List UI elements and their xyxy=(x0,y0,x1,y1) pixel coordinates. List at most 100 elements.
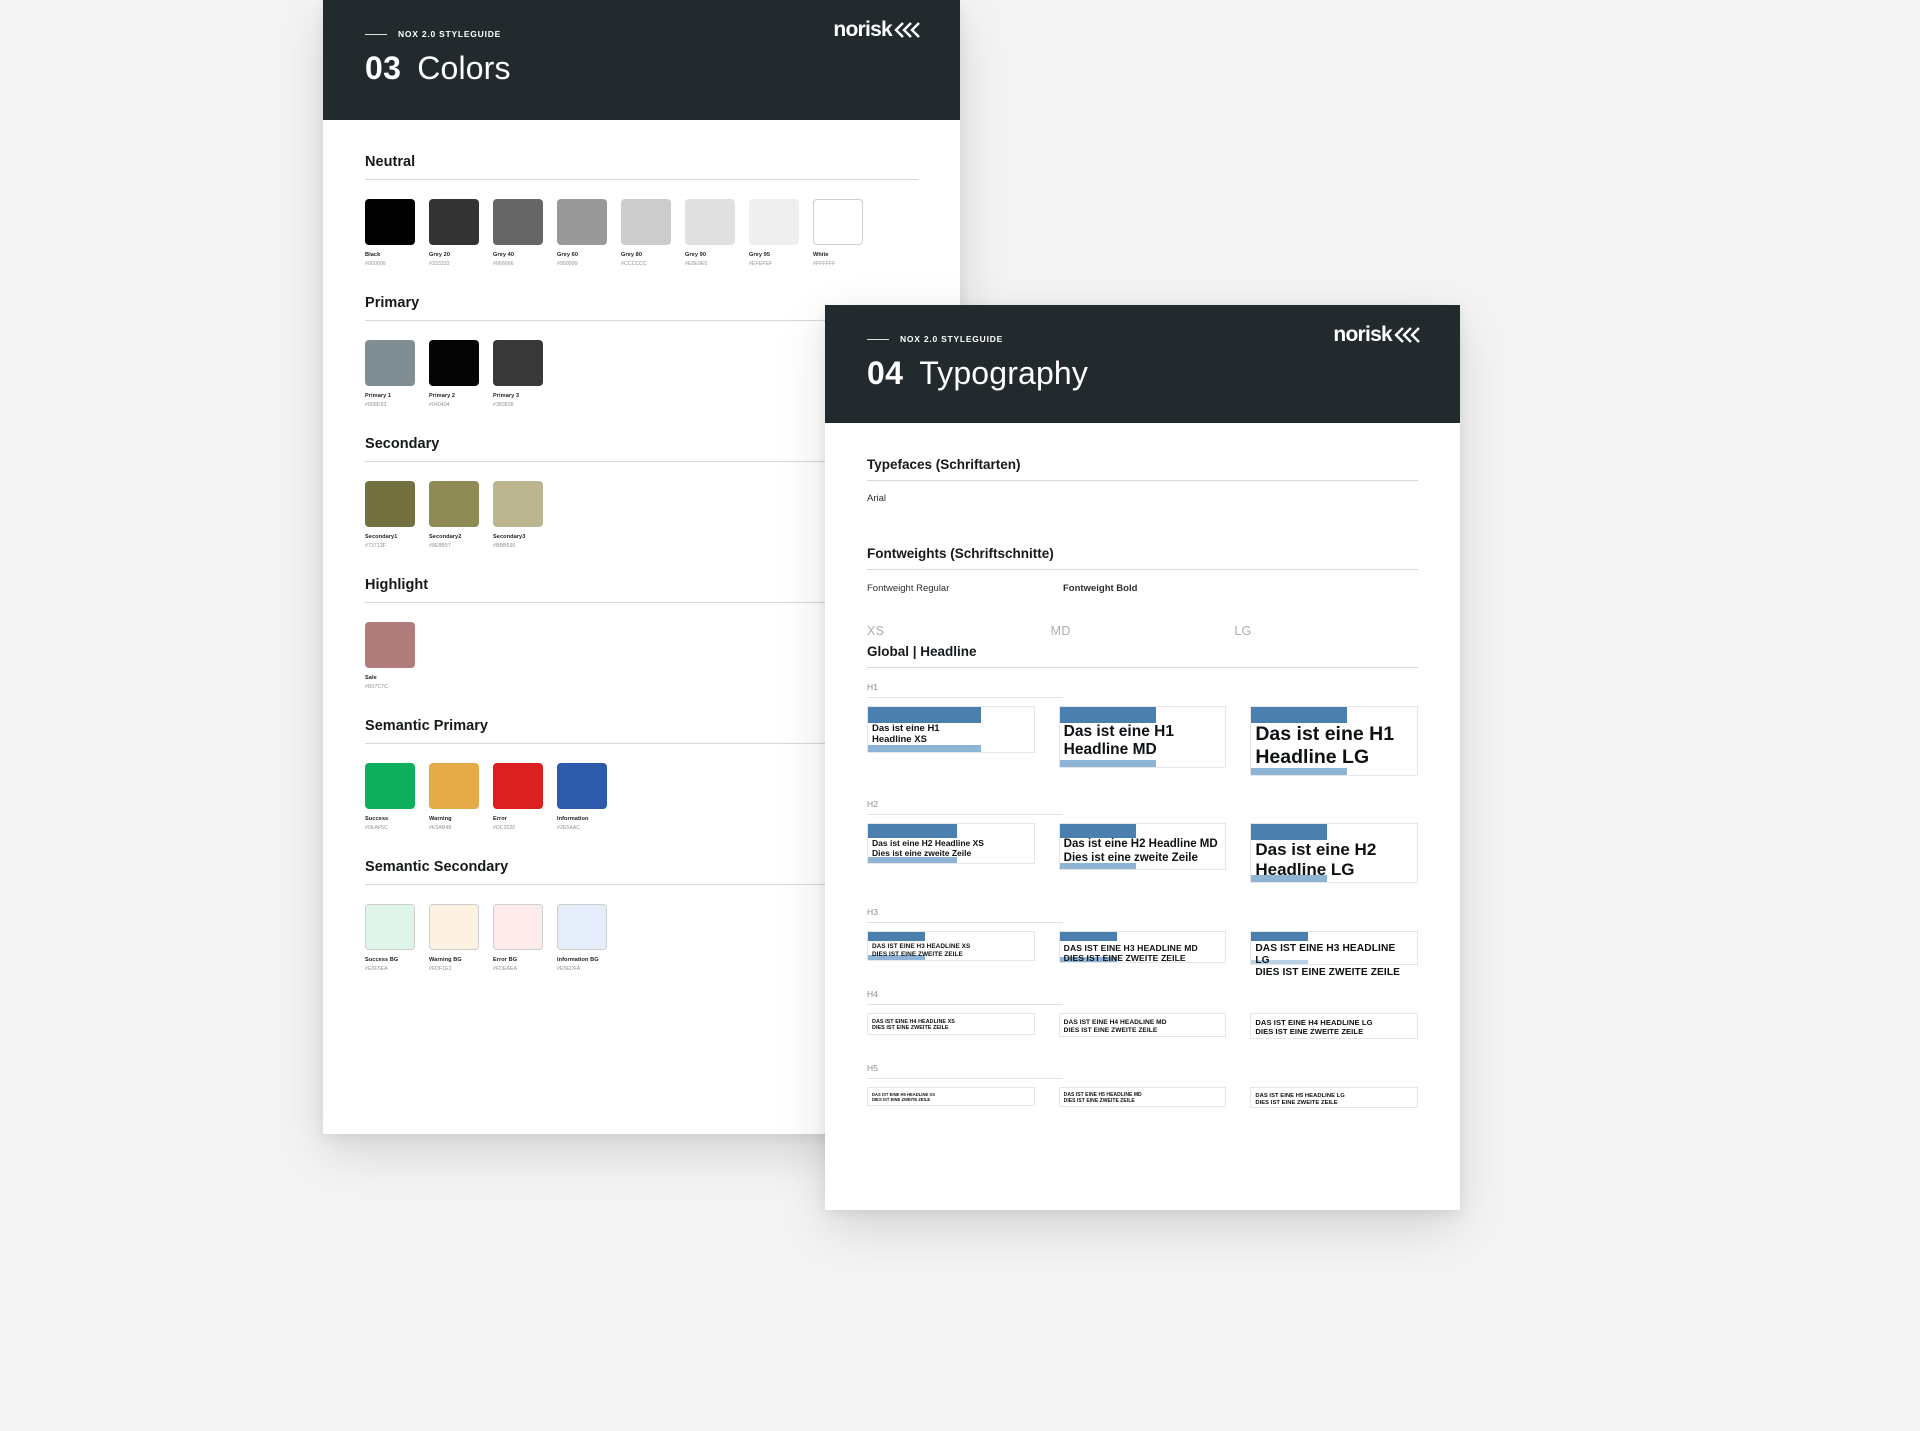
section-title: Neutral xyxy=(365,154,416,170)
swatch-hex: #666666 xyxy=(493,261,514,267)
headline-specimen-lg[interactable]: Das ist eine H2 Headline LG xyxy=(1250,823,1419,883)
swatch-chip xyxy=(685,199,735,245)
fontweight-samples: Fontweight Regular Fontweight Bold xyxy=(867,583,1418,594)
fontweight-regular-sample: Fontweight Regular xyxy=(867,583,950,594)
chevron-left-triple-icon xyxy=(1394,327,1420,343)
headline-specimen-xs[interactable]: Das ist eine H2 Headline XS Dies ist ein… xyxy=(867,823,1035,864)
color-swatch[interactable]: Warning BG #FDF1E2 xyxy=(429,904,479,972)
size-label-lg: LG xyxy=(1234,624,1252,638)
color-swatch[interactable]: Sale #B07C7C xyxy=(365,622,415,690)
headline-block-h1: H1 Das ist eine H1 Headline XS Das ist e… xyxy=(867,682,1419,776)
color-swatch[interactable]: Success #0EAF5C xyxy=(365,763,415,831)
color-swatch[interactable]: Error #DC2020 xyxy=(493,763,543,831)
headline-specimen-xs[interactable]: DAS IST EINE H3 HEADLINE XS DIES IST EIN… xyxy=(867,931,1035,961)
headline-specimen-md[interactable]: DAS IST EINE H3 HEADLINE MD DIES IST EIN… xyxy=(1058,931,1227,963)
swatch-hex: #E0F5EA xyxy=(365,966,388,972)
swatch-chip xyxy=(429,481,479,527)
colors-page-title: 03 Colors xyxy=(365,50,918,87)
color-swatch[interactable]: Black #000000 xyxy=(365,199,415,267)
color-swatch[interactable]: Grey 40 #666666 xyxy=(493,199,543,267)
size-label-xs: XS xyxy=(867,624,885,638)
headline-tag: H2 xyxy=(867,799,879,809)
swatch-name: Secondary2 xyxy=(429,534,462,540)
section-global-headline: Global | Headline xyxy=(867,644,1418,668)
typography-page-label: Typography xyxy=(919,355,1089,391)
swatch-chip xyxy=(365,904,415,950)
typography-page-number: 04 xyxy=(867,355,904,391)
color-swatch[interactable]: Primary 2 #040404 xyxy=(429,340,479,408)
swatch-chip xyxy=(429,340,479,386)
color-swatch[interactable]: Information #2E5AAC xyxy=(557,763,607,831)
headline-sample-text: DAS IST EINE H5 HEADLINE MD DIES IST EIN… xyxy=(1063,1092,1142,1104)
color-swatch[interactable]: Primary 1 #808D93 xyxy=(365,340,415,408)
typeface-value: Arial xyxy=(867,493,887,504)
headline-specimen-md[interactable]: Das ist eine H1 Headline MD xyxy=(1058,706,1227,768)
headline-sample-text: Das ist eine H2 Headline LG xyxy=(1255,840,1377,880)
swatch-chip xyxy=(365,199,415,245)
swatch-chip xyxy=(749,199,799,245)
swatch-chip xyxy=(429,904,479,950)
typography-card-header: NOX 2.0 STYLEGUIDE 04 Typography norisk xyxy=(825,305,1460,423)
swatch-hex: #B07C7C xyxy=(365,684,388,690)
color-swatch[interactable]: Success BG #E0F5EA xyxy=(365,904,415,972)
headline-tag: H4 xyxy=(867,989,879,999)
headline-sample-text: Das ist eine H1 Headline XS xyxy=(872,723,940,746)
swatch-chip xyxy=(493,904,543,950)
colors-page-label: Colors xyxy=(417,50,511,86)
headline-tag: H3 xyxy=(867,907,879,917)
color-swatch[interactable]: Secondary2 #8E8B57 xyxy=(429,481,479,549)
swatch-chip xyxy=(557,763,607,809)
color-swatch[interactable]: Warning #E5AB48 xyxy=(429,763,479,831)
headline-tag-divider xyxy=(867,814,1063,815)
headline-specimen-xs[interactable]: DAS IST EINE H5 HEADLINE XS DIES IST EIN… xyxy=(867,1087,1035,1106)
color-swatch[interactable]: Grey 90 #E0E0E0 xyxy=(685,199,735,267)
swatch-chip xyxy=(365,622,415,668)
typefaces-heading: Typefaces (Schriftarten) xyxy=(867,457,1021,472)
headline-tag-divider xyxy=(867,697,1063,698)
color-swatch[interactable]: Grey 80 #CCCCCC xyxy=(621,199,671,267)
headline-block-h2: H2 Das ist eine H2 Headline XS Dies ist … xyxy=(867,799,1419,883)
headline-specimen-row: DAS IST EINE H4 HEADLINE XS DIES IST EIN… xyxy=(867,1013,1419,1039)
color-swatch[interactable]: White #FFFFFF xyxy=(813,199,863,267)
swatch-hex: #999999 xyxy=(557,261,578,267)
headline-sample-text: Das ist eine H2 Headline MD Dies ist ein… xyxy=(1063,838,1218,864)
colors-page-number: 03 xyxy=(365,50,402,86)
swatch-hex: #333333 xyxy=(429,261,450,267)
headline-sample-text: DAS IST EINE H4 HEADLINE LG DIES IST EIN… xyxy=(1255,1018,1373,1036)
section-divider xyxy=(867,569,1418,570)
eyebrow-dash-icon xyxy=(365,33,387,35)
headline-specimen-md[interactable]: DAS IST EINE H5 HEADLINE MD DIES IST EIN… xyxy=(1058,1087,1227,1107)
swatch-name: Information xyxy=(557,816,589,822)
swatch-name: White xyxy=(813,252,829,258)
headline-specimen-row: DAS IST EINE H5 HEADLINE XS DIES IST EIN… xyxy=(867,1087,1419,1108)
color-swatch[interactable]: Grey 20 #333333 xyxy=(429,199,479,267)
headline-specimen-lg[interactable]: DAS IST EINE H4 HEADLINE LG DIES IST EIN… xyxy=(1250,1013,1419,1039)
swatch-hex: #FDEAEA xyxy=(493,966,518,972)
color-swatch[interactable]: Primary 3 #383838 xyxy=(493,340,543,408)
fontweights-heading: Fontweights (Schriftschnitte) xyxy=(867,546,1054,561)
headline-sample-text: DAS IST EINE H3 HEADLINE XS DIES IST EIN… xyxy=(872,943,971,958)
headline-sample-text: DAS IST EINE H4 HEADLINE MD DIES IST EIN… xyxy=(1063,1019,1167,1034)
color-swatch[interactable]: Grey 95 #EFEFEF xyxy=(749,199,799,267)
headline-specimen-row: Das ist eine H1 Headline XS Das ist eine… xyxy=(867,706,1419,776)
headline-specimen-xs[interactable]: Das ist eine H1 Headline XS xyxy=(867,706,1035,753)
headline-sample-text: Das ist eine H1 Headline MD xyxy=(1063,723,1174,759)
swatch-name: Black xyxy=(365,252,381,258)
color-swatch[interactable]: Secondary3 #BBB690 xyxy=(493,481,543,549)
color-swatch[interactable]: Error BG #FDEAEA xyxy=(493,904,543,972)
headline-tag-divider xyxy=(867,1004,1063,1005)
headline-specimen-md[interactable]: DAS IST EINE H4 HEADLINE MD DIES IST EIN… xyxy=(1058,1013,1227,1037)
headline-specimen-lg[interactable]: Das ist eine H1 Headline LG xyxy=(1250,706,1419,776)
headline-specimen-xs[interactable]: DAS IST EINE H4 HEADLINE XS DIES IST EIN… xyxy=(867,1013,1035,1035)
headline-specimen-lg[interactable]: DAS IST EINE H5 HEADLINE LG DIES IST EIN… xyxy=(1250,1087,1419,1108)
swatch-hex: #73713F xyxy=(365,543,386,549)
headline-specimen-lg[interactable]: DAS IST EINE H3 HEADLINE LG DIES IST EIN… xyxy=(1250,931,1419,978)
swatch-name: Secondary3 xyxy=(493,534,526,540)
headline-specimen-md[interactable]: Das ist eine H2 Headline MD Dies ist ein… xyxy=(1058,823,1227,870)
color-swatch[interactable]: Secondary1 #73713F xyxy=(365,481,415,549)
color-swatch[interactable]: Information BG #E5EDFA xyxy=(557,904,607,972)
color-swatch[interactable]: Grey 60 #999999 xyxy=(557,199,607,267)
swatch-name: Error xyxy=(493,816,508,822)
headline-specimen-row: Das ist eine H2 Headline XS Dies ist ein… xyxy=(867,823,1419,883)
swatch-hex: #CCCCCC xyxy=(621,261,647,267)
